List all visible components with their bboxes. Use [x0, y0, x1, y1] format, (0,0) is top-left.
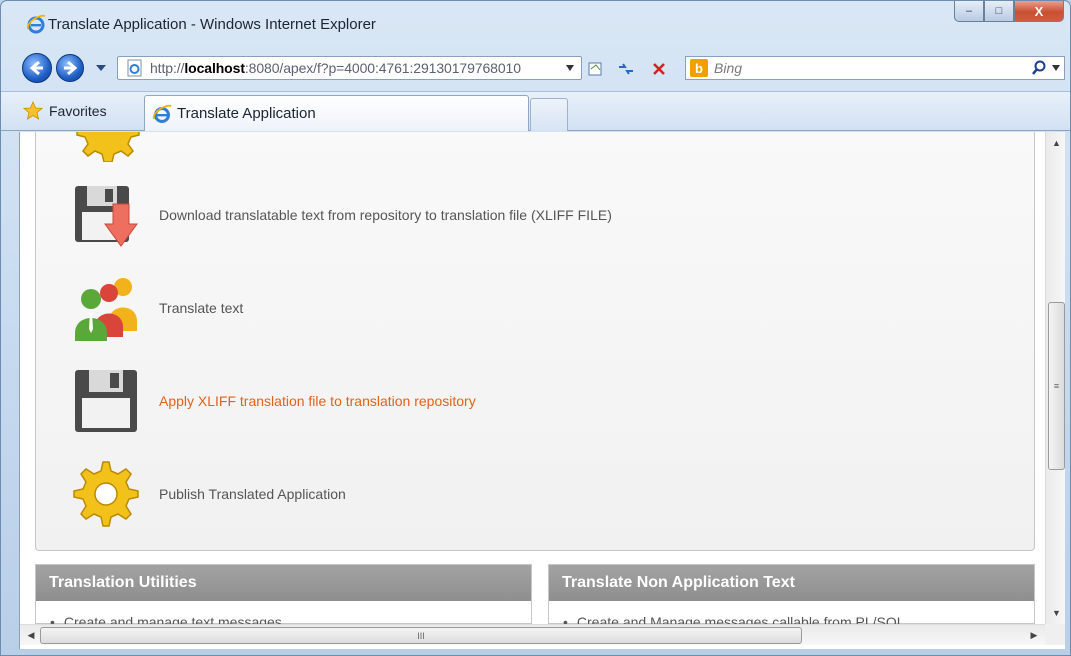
step-label[interactable]: Download translatable text from reposito… [159, 207, 612, 223]
window-title: Translate Application - Windows Internet… [48, 16, 376, 33]
people-group-icon [75, 278, 137, 341]
floppy-download-icon [75, 186, 138, 247]
step-label-active[interactable]: Apply XLIFF translation file to translat… [159, 393, 476, 409]
translation-utilities-region: Translation Utilities • Create and manage… [35, 564, 532, 630]
page-ie-icon [127, 59, 142, 77]
search-input[interactable]: Bing [714, 60, 742, 76]
forward-button[interactable] [56, 54, 84, 82]
search-icon[interactable] [1032, 60, 1046, 76]
ie-logo-icon [153, 104, 172, 123]
page-content: Download translatable text from reposito… [20, 132, 1045, 630]
address-host: localhost [184, 60, 245, 76]
horizontal-scroll-thumb[interactable]: III [40, 627, 802, 644]
close-button[interactable]: X [1014, 1, 1064, 22]
scroll-left-arrow-icon[interactable]: ◀ [22, 625, 40, 646]
address-bar[interactable]: http://localhost:8080/apex/f?p=4000:4761… [117, 56, 582, 80]
scroll-down-arrow-icon[interactable]: ▼ [1046, 604, 1065, 622]
address-dropdown-icon[interactable] [565, 64, 575, 72]
stop-button[interactable] [646, 57, 672, 81]
favorites-star-icon [23, 101, 43, 120]
refresh-icon [619, 63, 633, 75]
step-publish-application[interactable]: Publish Translated Application [71, 459, 346, 529]
refresh-button[interactable] [613, 57, 639, 81]
search-options-dropdown[interactable] [1052, 65, 1060, 71]
step-label[interactable]: Translate text [159, 300, 243, 316]
search-box[interactable]: b Bing [685, 56, 1065, 80]
floppy-disk-icon [75, 370, 137, 432]
new-tab-button[interactable] [530, 98, 568, 131]
translation-steps-panel: Download translatable text from reposito… [35, 132, 1035, 551]
bing-logo-icon: b [690, 59, 708, 77]
forward-arrow-icon [64, 60, 78, 76]
page-viewport: Download translatable text from reposito… [19, 132, 1065, 649]
step-download-xliff[interactable]: Download translatable text from reposito… [71, 180, 612, 250]
tab-label: Translate Application [177, 105, 316, 122]
browser-window: Translate Application - Windows Internet… [0, 0, 1071, 656]
compatibility-view-button[interactable] [583, 57, 609, 81]
compatibility-view-icon [588, 62, 602, 76]
stop-x-icon [653, 63, 665, 75]
favorites-button[interactable]: Favorites [23, 98, 107, 124]
vertical-scroll-thumb[interactable]: ≡ [1048, 302, 1065, 470]
translate-non-application-text-region: Translate Non Application Text • Create a… [548, 564, 1035, 630]
title-bar: Translate Application - Windows Internet… [1, 1, 1070, 47]
favorites-bar: Favorites Translate Application [1, 91, 1070, 131]
favorites-label: Favorites [49, 103, 107, 119]
region-title: Translation Utilities [36, 565, 531, 601]
gear-icon [73, 461, 139, 527]
scroll-up-arrow-icon[interactable]: ▲ [1046, 134, 1065, 152]
step-label[interactable]: Publish Translated Application [159, 486, 346, 502]
gear-icon [76, 132, 140, 162]
address-url[interactable]: http://localhost:8080/apex/f?p=4000:4761… [150, 60, 521, 76]
recent-pages-dropdown[interactable] [94, 63, 108, 73]
step-apply-xliff[interactable]: Apply XLIFF translation file to translat… [71, 366, 476, 436]
scroll-right-arrow-icon[interactable]: ▶ [1025, 625, 1043, 646]
tab-translate-application[interactable]: Translate Application [144, 95, 529, 131]
scrollbar-corner [1045, 624, 1065, 645]
window-controls: – □ X [954, 1, 1064, 23]
minimize-button[interactable]: – [954, 1, 984, 22]
navigation-bar: http://localhost:8080/apex/f?p=4000:4761… [1, 47, 1070, 89]
back-button[interactable] [22, 53, 52, 83]
maximize-button[interactable]: □ [984, 1, 1014, 22]
ie-logo-icon [27, 14, 46, 34]
vertical-scrollbar[interactable]: ▲ ≡ ▼ [1045, 132, 1065, 624]
back-arrow-icon [29, 60, 43, 76]
region-title: Translate Non Application Text [549, 565, 1034, 601]
horizontal-scrollbar[interactable]: ◀ III ▶ [20, 624, 1045, 645]
step-translate-text[interactable]: Translate text [71, 273, 243, 343]
